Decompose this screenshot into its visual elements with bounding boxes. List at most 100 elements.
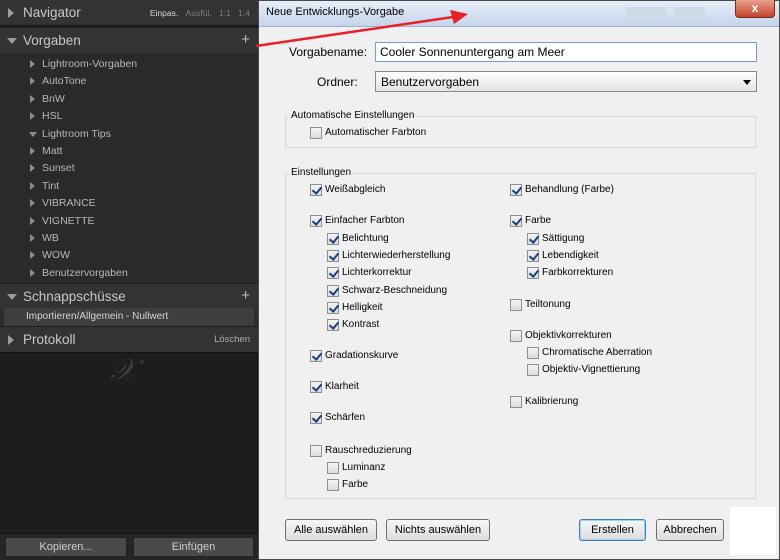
- collapsed-triangle-icon: [30, 251, 35, 260]
- preset-folder-label: Lightroom-Vorgaben: [42, 58, 138, 70]
- preset-folder-item[interactable]: AutoTone: [0, 73, 258, 90]
- cancel-button[interactable]: Abbrechen: [656, 519, 724, 541]
- preset-folder-item[interactable]: WB: [0, 230, 258, 247]
- collapsed-triangle-icon: [30, 216, 35, 225]
- zoom-1-4-option[interactable]: 1:4: [238, 8, 250, 18]
- preset-folder-label: BnW: [42, 92, 65, 105]
- preset-folder-item[interactable]: Lightroom-Vorgaben: [0, 56, 258, 73]
- add-preset-icon[interactable]: +: [241, 31, 250, 48]
- select-all-button[interactable]: Alle auswählen: [285, 519, 377, 541]
- preset-folder-item[interactable]: Matt: [0, 143, 258, 160]
- checkbox-checked-icon: [510, 184, 522, 196]
- preset-folder-item[interactable]: Benutzervorgaben: [0, 265, 258, 282]
- setting-checkbox-label: Luminanz: [342, 462, 386, 473]
- expanded-triangle-icon: [29, 131, 37, 137]
- settings-legend: Einstellungen: [289, 167, 354, 178]
- zoom-1-1-option[interactable]: 1:1: [219, 8, 231, 18]
- preset-folder-item[interactable]: Sunset: [0, 160, 258, 177]
- lightroom-left-panel: Navigator Einpas. Ausfül. 1:1 1:4 Vorgab…: [0, 0, 258, 560]
- history-header[interactable]: Protokoll Löschen: [0, 327, 258, 353]
- setting-checkbox-label: Helligkeit: [342, 302, 383, 313]
- preset-folder-label: WOW: [42, 249, 70, 262]
- setting-checkbox-label: Kontrast: [342, 319, 380, 330]
- setting-checkbox-label: Behandlung (Farbe): [525, 184, 614, 195]
- checkbox-checked-icon: [310, 184, 322, 196]
- collapsed-triangle-icon: [30, 77, 35, 86]
- checkbox-box: [510, 396, 522, 408]
- setting-checkbox-label: Rauschreduzierung: [325, 445, 412, 456]
- preset-folder-item[interactable]: BnW: [0, 91, 258, 108]
- preset-folder-label: WB: [42, 232, 59, 244]
- setting-checkbox-label: Schärfen: [325, 412, 366, 423]
- checkbox-checked-icon: [327, 319, 339, 331]
- preset-folder-label: VIBRANCE: [42, 197, 96, 210]
- checkbox-checked-icon: [527, 267, 539, 279]
- checkbox-checked-icon: [327, 267, 339, 279]
- expanded-triangle-icon: [7, 294, 17, 300]
- presets-header[interactable]: Vorgaben +: [0, 28, 258, 54]
- select-none-button[interactable]: Nichts auswählen: [386, 519, 490, 541]
- checkbox-checked-icon: [510, 215, 522, 227]
- preset-folder-label: Sunset: [42, 162, 75, 175]
- collapsed-triangle-icon: [30, 164, 35, 173]
- folder-select[interactable]: Benutzervorgaben: [375, 71, 757, 92]
- checkbox-box: [310, 127, 322, 139]
- snapshot-list: Importieren/Allgemein - Nullwert: [0, 308, 258, 326]
- collapsed-triangle-icon: [30, 199, 35, 208]
- checkbox-checked-icon: [527, 250, 539, 262]
- preset-name-input[interactable]: [375, 42, 757, 62]
- checkbox-box: [510, 330, 522, 342]
- lightroom-bottom-bar: Kopieren... Einfügen: [0, 533, 258, 560]
- setting-checkbox-label: Gradationskurve: [325, 350, 399, 361]
- checkbox-checked-icon: [327, 302, 339, 314]
- setting-checkbox-label: Farbkorrekturen: [542, 267, 614, 278]
- preset-folder-item[interactable]: VIBRANCE: [0, 195, 258, 212]
- setting-checkbox-label: Lichterwiederherstellung: [342, 250, 451, 261]
- preset-folder-item[interactable]: HSL: [0, 108, 258, 125]
- preset-folder-item[interactable]: Tint: [0, 178, 258, 195]
- close-button[interactable]: x: [735, 0, 775, 18]
- snapshots-header[interactable]: Schnappschüsse +: [0, 284, 258, 310]
- create-button[interactable]: Erstellen: [579, 519, 646, 541]
- collapsed-triangle-icon: [30, 234, 35, 242]
- preset-folder-item[interactable]: WOW: [0, 247, 258, 264]
- copy-button[interactable]: Kopieren...: [5, 537, 127, 557]
- checkbox-checked-icon: [327, 233, 339, 245]
- add-snapshot-icon[interactable]: +: [241, 287, 250, 304]
- checkbox-checked-icon: [327, 285, 339, 297]
- zoom-fill-option[interactable]: Ausfül.: [186, 8, 212, 18]
- preset-folder-label: Tint: [42, 179, 60, 192]
- checkbox-checked-icon: [310, 215, 322, 227]
- preset-folder-item[interactable]: Lightroom Tips: [0, 126, 258, 143]
- checkbox-checked-icon: [310, 381, 322, 393]
- collapsed-triangle-icon: [30, 147, 35, 155]
- clear-history-button[interactable]: Löschen: [214, 334, 250, 345]
- setting-checkbox-label: Objektivkorrekturen: [525, 330, 612, 341]
- checkbox-checked-icon: [327, 250, 339, 262]
- zoom-fit-option[interactable]: Einpas.: [150, 8, 178, 18]
- setting-checkbox-label: Lichterkorrektur: [342, 267, 412, 278]
- navigator-zoom-options: Einpas. Ausfül. 1:1 1:4: [145, 8, 250, 18]
- checkbox-box: [527, 347, 539, 359]
- new-develop-preset-dialog: Neue Entwicklungs-Vorgabe x Vorgabename:…: [258, 0, 780, 560]
- snapshot-item[interactable]: Importieren/Allgemein - Nullwert: [4, 308, 254, 326]
- navigator-header[interactable]: Navigator Einpas. Ausfül. 1:1 1:4: [0, 0, 258, 26]
- checkbox-box: [327, 479, 339, 491]
- checkbox-checked-icon: [527, 233, 539, 245]
- collapsed-triangle-icon: [30, 94, 35, 103]
- paste-button[interactable]: Einfügen: [133, 537, 254, 557]
- folder-select-value: Benutzervorgaben: [381, 75, 480, 89]
- setting-checkbox-label: Farbe: [525, 215, 552, 226]
- checkbox-box: [327, 462, 339, 474]
- setting-checkbox-label: Klarheit: [325, 381, 359, 392]
- setting-checkbox-label: Schwarz-Beschneidung: [342, 285, 448, 296]
- dialog-titlebar[interactable]: Neue Entwicklungs-Vorgabe x: [259, 0, 779, 27]
- lightroom-ornament-icon: 𝒳: [110, 353, 136, 388]
- auto-settings-legend: Automatische Einstellungen: [289, 110, 417, 121]
- checkbox-checked-icon: [310, 412, 322, 424]
- snapshots-title: Schnappschüsse: [23, 289, 126, 304]
- preset-folder-item[interactable]: VIGNETTE: [0, 213, 258, 230]
- history-title: Protokoll: [23, 332, 76, 347]
- preset-folder-label: Benutzervorgaben: [42, 266, 128, 279]
- setting-checkbox-label: Sättigung: [542, 233, 585, 244]
